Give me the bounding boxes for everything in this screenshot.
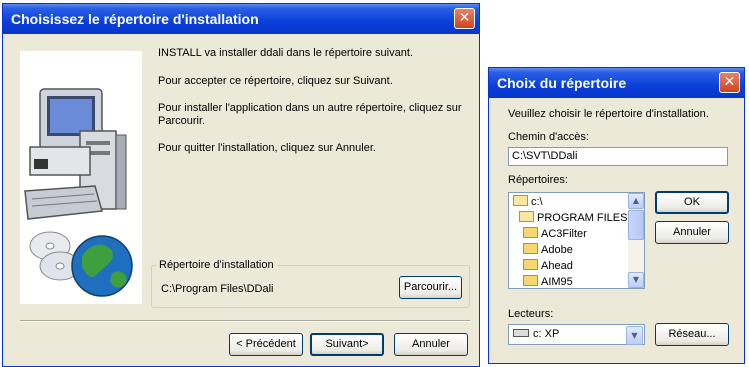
install-dir-group-label: Répertoire d'installation (156, 259, 277, 271)
drive-value-wrap: c: XP (513, 328, 559, 340)
directories-list[interactable]: c:\ PROGRAM FILES AC3Filter Adobe Ahead … (508, 192, 645, 289)
ok-button[interactable]: OK (655, 191, 729, 214)
list-item-label: AIM95 (541, 276, 573, 288)
drive-select[interactable]: c: XP ▼ (508, 324, 645, 345)
install-illustration (20, 51, 142, 304)
drives-label: Lecteurs: (508, 308, 554, 320)
list-item-label: c:\ (531, 196, 543, 208)
list-item[interactable]: c:\ (513, 194, 543, 210)
scroll-up-icon[interactable]: ▲ (628, 193, 644, 209)
folder-icon (523, 243, 538, 254)
network-button[interactable]: Réseau... (655, 323, 729, 346)
list-item[interactable]: AIM95 (523, 274, 573, 288)
other-dir-text: Pour installer l'application dans un aut… (158, 102, 462, 114)
install-dialog-title: Choisissez le répertoire d'installation (11, 11, 259, 27)
install-dialog-titlebar[interactable]: Choisissez le répertoire d'installation … (3, 4, 479, 34)
install-path: C:\Program Files\DDali (161, 283, 274, 295)
choose-dir-prompt: Veuillez choisir le répertoire d'install… (508, 108, 709, 120)
list-item-label: PROGRAM FILES (537, 212, 628, 224)
install-dialog: Choisissez le répertoire d'installation … (2, 3, 480, 367)
list-item[interactable]: PROGRAM FILES (519, 210, 627, 226)
folder-icon (523, 259, 538, 270)
drive-value: c: XP (533, 328, 560, 340)
directories-scrollbar[interactable]: ▲ ▼ (628, 193, 644, 288)
accept-text: Pour accepter ce répertoire, cliquez sur… (158, 75, 393, 87)
dialog-separator (20, 320, 470, 322)
scroll-down-icon[interactable]: ▼ (628, 272, 644, 288)
other-dir-text-cont: Parcourir. (158, 115, 206, 127)
directory-dialog-title: Choix du répertoire (497, 75, 627, 91)
directory-dialog: Choix du répertoire ✕ Veuillez choisir l… (488, 67, 745, 364)
computer-and-globe-icon (24, 88, 133, 297)
list-item-label: Ahead (541, 260, 573, 272)
intro-text: INSTALL va installer ddali dans le réper… (158, 47, 413, 59)
screen: { "install_dialog": { "title": "Choisiss… (0, 0, 749, 367)
list-item[interactable]: Ahead (523, 258, 573, 274)
path-input[interactable]: C:\SVT\DDali (508, 147, 728, 166)
back-button[interactable]: < Précédent (229, 333, 303, 356)
folder-icon (523, 227, 538, 238)
list-item[interactable]: Adobe (523, 242, 573, 258)
drive-icon (513, 329, 529, 337)
close-icon[interactable]: ✕ (454, 8, 475, 29)
browse-button[interactable]: Parcourir... (399, 276, 462, 299)
next-button[interactable]: Suivant> (310, 333, 384, 356)
open-folder-icon (513, 195, 528, 206)
directory-dialog-titlebar[interactable]: Choix du répertoire ✕ (489, 68, 744, 98)
open-folder-icon (519, 211, 534, 222)
quit-text: Pour quitter l'installation, cliquez sur… (158, 142, 376, 154)
list-item-label: Adobe (541, 244, 573, 256)
directories-label: Répertoires: (508, 174, 568, 186)
cancel-button[interactable]: Annuler (655, 221, 729, 244)
list-item[interactable]: AC3Filter (523, 226, 587, 242)
scroll-thumb[interactable] (628, 210, 644, 240)
cancel-button[interactable]: Annuler (394, 333, 468, 356)
list-item-label: AC3Filter (541, 228, 587, 240)
path-label: Chemin d'accès: (508, 131, 589, 143)
close-icon[interactable]: ✕ (719, 72, 740, 93)
folder-icon (523, 275, 538, 286)
chevron-down-icon[interactable]: ▼ (626, 326, 643, 345)
